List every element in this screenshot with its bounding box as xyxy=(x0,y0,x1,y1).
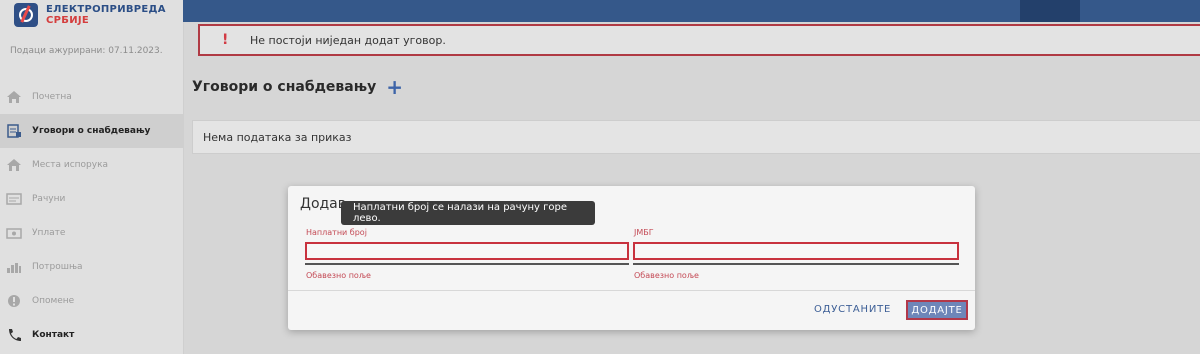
dialog-divider xyxy=(288,290,975,291)
contract-icon xyxy=(6,124,22,138)
jmbg-label: ЈМБГ xyxy=(634,228,654,237)
empty-state-card: Нема података за приказ xyxy=(192,120,1200,154)
sidebar: ЕЛЕКТРОПРИВРЕДА СРБИЈЕ Подаци ажурирани:… xyxy=(0,0,184,354)
billing-number-input[interactable] xyxy=(305,242,629,260)
cancel-button[interactable]: ОДУСТАНИТЕ xyxy=(814,304,891,315)
sidebar-nav: Почетна Уговори о снабдевању Места испор… xyxy=(0,80,183,352)
sidebar-item-label: Уплате xyxy=(32,228,66,238)
jmbg-input[interactable] xyxy=(633,242,959,260)
sidebar-item-contracts[interactable]: Уговори о снабдевању xyxy=(0,114,183,148)
warning-icon xyxy=(6,294,22,308)
sidebar-item-label: Места испорука xyxy=(32,160,109,170)
sidebar-item-warnings[interactable]: Опомене xyxy=(0,284,183,318)
sidebar-item-contact[interactable]: Контакт xyxy=(0,318,183,352)
page-title: Уговори о снабдевању + xyxy=(192,77,403,97)
header-band xyxy=(183,0,1200,22)
payment-icon xyxy=(6,226,22,240)
sidebar-item-bills[interactable]: Рачуни xyxy=(0,182,183,216)
billing-number-tooltip: Наплатни број се налази на рачуну горе л… xyxy=(341,201,595,225)
sidebar-item-label: Потрошња xyxy=(32,262,83,272)
brand-line1: ЕЛЕКТРОПРИВРЕДА xyxy=(46,4,166,15)
sidebar-item-label: Контакт xyxy=(32,330,75,340)
section-title-text: Уговори о снабдевању xyxy=(192,79,377,95)
sidebar-item-locations[interactable]: Места испорука xyxy=(0,148,183,182)
empty-state-text: Нема података за приказ xyxy=(203,130,352,144)
brand-line2: СРБИЈЕ xyxy=(46,15,90,26)
dialog-title: Додав xyxy=(300,196,347,212)
consumption-icon xyxy=(6,260,22,274)
sidebar-item-label: Рачуни xyxy=(32,194,66,204)
data-updated-text: Подаци ажурирани: 07.11.2023. xyxy=(10,46,163,56)
sidebar-item-label: Почетна xyxy=(32,92,72,102)
sidebar-item-payments[interactable]: Уплате xyxy=(0,216,183,250)
billing-number-label: Наплатни број xyxy=(306,228,367,237)
alert-icon: ! xyxy=(222,32,229,48)
phone-icon xyxy=(6,328,22,342)
no-contract-alert: ! Не постоји ниједан додат уговор. xyxy=(198,24,1200,56)
sidebar-item-home[interactable]: Почетна xyxy=(0,80,183,114)
add-contract-icon[interactable]: + xyxy=(386,77,403,97)
logo[interactable]: ЕЛЕКТРОПРИВРЕДА СРБИЈЕ xyxy=(14,0,166,30)
billing-number-underline xyxy=(305,263,629,265)
home-icon xyxy=(6,90,22,104)
add-button[interactable]: ДОДАЈТЕ xyxy=(906,300,968,320)
jmbg-error: Обавезно поље xyxy=(634,271,699,280)
sidebar-item-label: Уговори о снабдевању xyxy=(32,126,151,136)
billing-number-error: Обавезно поље xyxy=(306,271,371,280)
eps-logo-icon xyxy=(14,3,38,27)
sidebar-item-label: Опомене xyxy=(32,296,75,306)
jmbg-underline xyxy=(633,263,959,265)
location-icon xyxy=(6,158,22,172)
alert-text: Не постоји ниједан додат уговор. xyxy=(250,33,446,47)
bill-icon xyxy=(6,192,22,206)
sidebar-item-consumption[interactable]: Потрошња xyxy=(0,250,183,284)
